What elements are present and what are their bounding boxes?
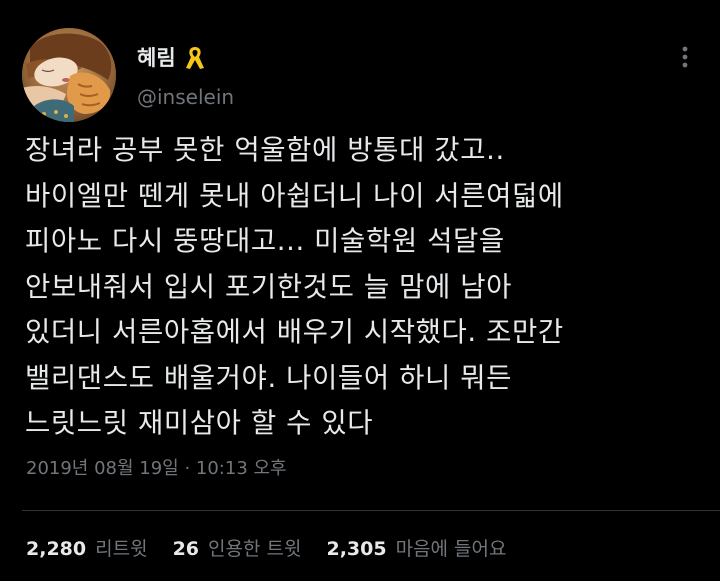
tweet-text-line: 바이엘만 뗀게 못내 아쉽더니 나이 서른여덟에 [25, 179, 564, 212]
tweet-text-line: 밸리댄스도 배울거야. 나이들어 하니 뭐든 [25, 361, 513, 394]
tweet-text-line: 안보내줘서 입시 포기한것도 늘 맘에 남아 [25, 270, 513, 303]
tweet-text-line: 피아노 다시 뚱땅대고... 미술학원 석달을 [25, 225, 505, 257]
tweet-text-line: 있더니 서른아홉에서 배우기 시작했다. 조만간 [25, 316, 564, 348]
retweets-stat[interactable]: 2,280 리트윗 [26, 540, 148, 559]
tweet-timestamp[interactable]: 2019년 08월 19일 · 10:13 오후 [26, 460, 287, 478]
yellow-ribbon-icon [184, 44, 206, 72]
tweet-text: 장녀라 공부 못한 억울함에 방통대 갔고.. 바이엘만 뗀게 못내 아쉽더니 … [25, 128, 705, 447]
tweet-detail: 혜림 @inselein 장녀라 공부 못한 억울함에 방통대 갔고.. 바이엘… [0, 0, 720, 581]
likes-stat[interactable]: 2,305 마음에 들어요 [326, 540, 506, 559]
likes-label: 마음에 들어요 [395, 538, 507, 560]
likes-count: 2,305 [326, 538, 387, 560]
avatar-image [22, 28, 116, 122]
quotes-label: 인용한 트윗 [208, 538, 302, 560]
author-handle[interactable]: @inselein [137, 87, 234, 107]
tweet-stats: 2,280 리트윗 26 인용한 트윗 2,305 마음에 들어요 [26, 540, 507, 559]
retweets-count: 2,280 [26, 538, 87, 560]
tweet-text-line: 장녀라 공부 못한 억울함에 방통대 갔고.. [25, 134, 505, 166]
more-dots-icon[interactable] [672, 44, 698, 70]
quotes-stat[interactable]: 26 인용한 트윗 [173, 540, 302, 559]
tweet-text-line: 느릿느릿 재미삼아 할 수 있다 [25, 407, 374, 439]
retweets-label: 리트윗 [95, 538, 148, 560]
quotes-count: 26 [172, 538, 200, 560]
avatar[interactable] [22, 28, 116, 122]
display-name[interactable]: 혜림 [137, 47, 176, 69]
divider [22, 510, 720, 511]
author-name-row: 혜림 [137, 44, 206, 72]
